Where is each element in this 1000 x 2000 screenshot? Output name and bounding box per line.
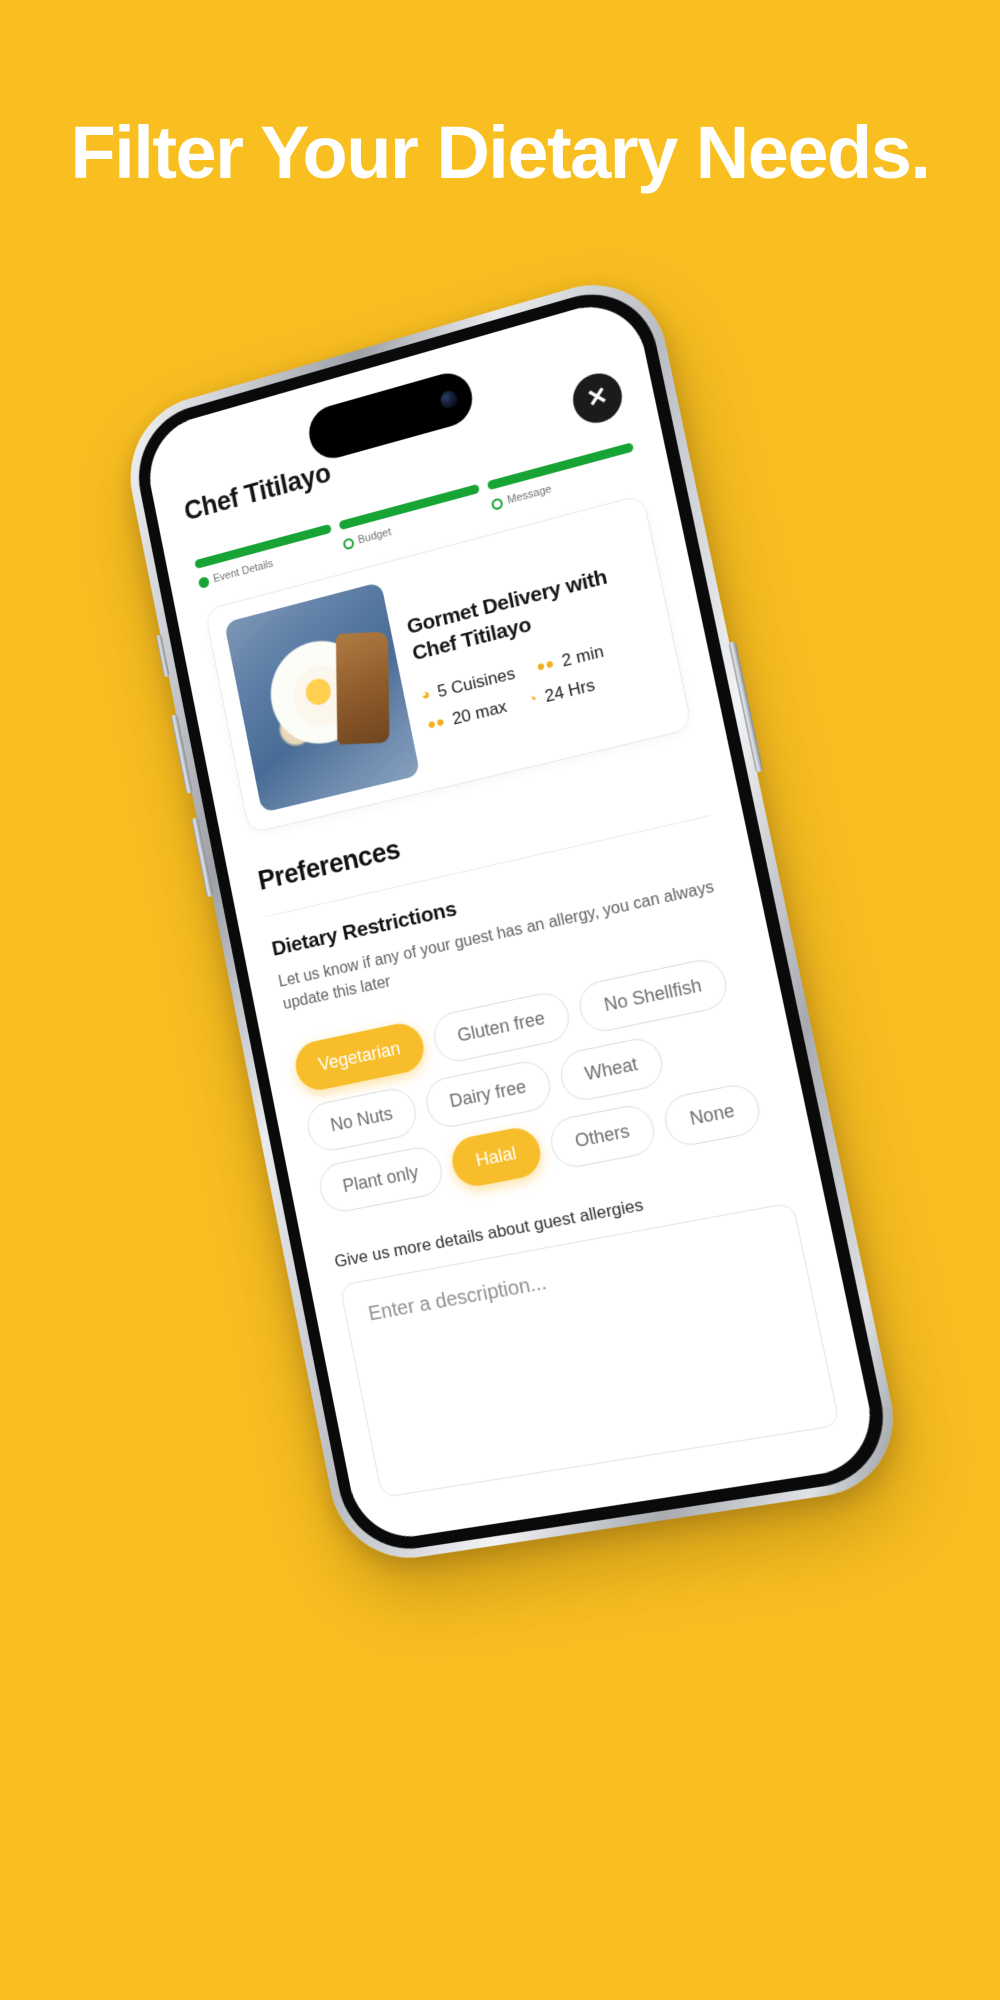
page-title: Filter Your Dietary Needs.: [70, 111, 931, 194]
chip-halal[interactable]: Halal: [447, 1123, 545, 1190]
front-camera-icon: [438, 388, 459, 411]
phone-screen: Chef Titilayo ✕ Event Details Budget Mes…: [140, 292, 882, 1545]
step-status-icon: [197, 575, 210, 589]
chef-card-info: Gormet Delivery with Chef Titilayo ◕ 5 C…: [397, 517, 671, 771]
phone-mockup: Chef Titilayo ✕ Event Details Budget Mes…: [117, 265, 909, 1602]
chip-others[interactable]: Others: [546, 1101, 659, 1171]
meta-duration: ◔ 24 Hrs: [526, 675, 597, 711]
food-plate-photo: [224, 581, 421, 813]
meta-min-guests: ●● 2 min: [534, 641, 606, 678]
chip-wheat[interactable]: Wheat: [556, 1034, 667, 1104]
chip-vegetarian[interactable]: Vegetarian: [291, 1019, 428, 1094]
meta-label: 2 min: [560, 641, 606, 671]
meta-label: 20 max: [450, 696, 509, 729]
clock-icon: ◔: [526, 690, 539, 710]
meta-label: 24 Hrs: [542, 674, 597, 706]
step-status-icon: [490, 496, 504, 511]
chip-plant-only[interactable]: Plant only: [315, 1143, 447, 1216]
app-title: Chef Titilayo: [181, 457, 333, 526]
guests-icon: ●●: [425, 712, 447, 734]
silent-switch[interactable]: [155, 634, 170, 678]
chip-gluten-free[interactable]: Gluten free: [429, 988, 574, 1066]
chip-dairy-free[interactable]: Dairy free: [421, 1057, 555, 1131]
app-viewport: Chef Titilayo ✕ Event Details Budget Mes…: [140, 292, 882, 1545]
chip-no-shellfish[interactable]: No Shellfish: [575, 955, 732, 1036]
step-label: Budget: [356, 526, 393, 547]
cuisine-icon: ◕: [419, 685, 432, 705]
step-status-icon: [341, 536, 355, 551]
phone-bezel: Chef Titilayo ✕ Event Details Budget Mes…: [127, 277, 897, 1558]
phone-frame: Chef Titilayo ✕ Event Details Budget Mes…: [117, 265, 909, 1569]
chip-none[interactable]: None: [660, 1080, 765, 1149]
step-label: Message: [506, 483, 553, 507]
close-icon[interactable]: ✕: [568, 367, 627, 429]
chip-no-nuts[interactable]: No Nuts: [303, 1084, 421, 1155]
people-icon: ●●: [534, 654, 556, 677]
